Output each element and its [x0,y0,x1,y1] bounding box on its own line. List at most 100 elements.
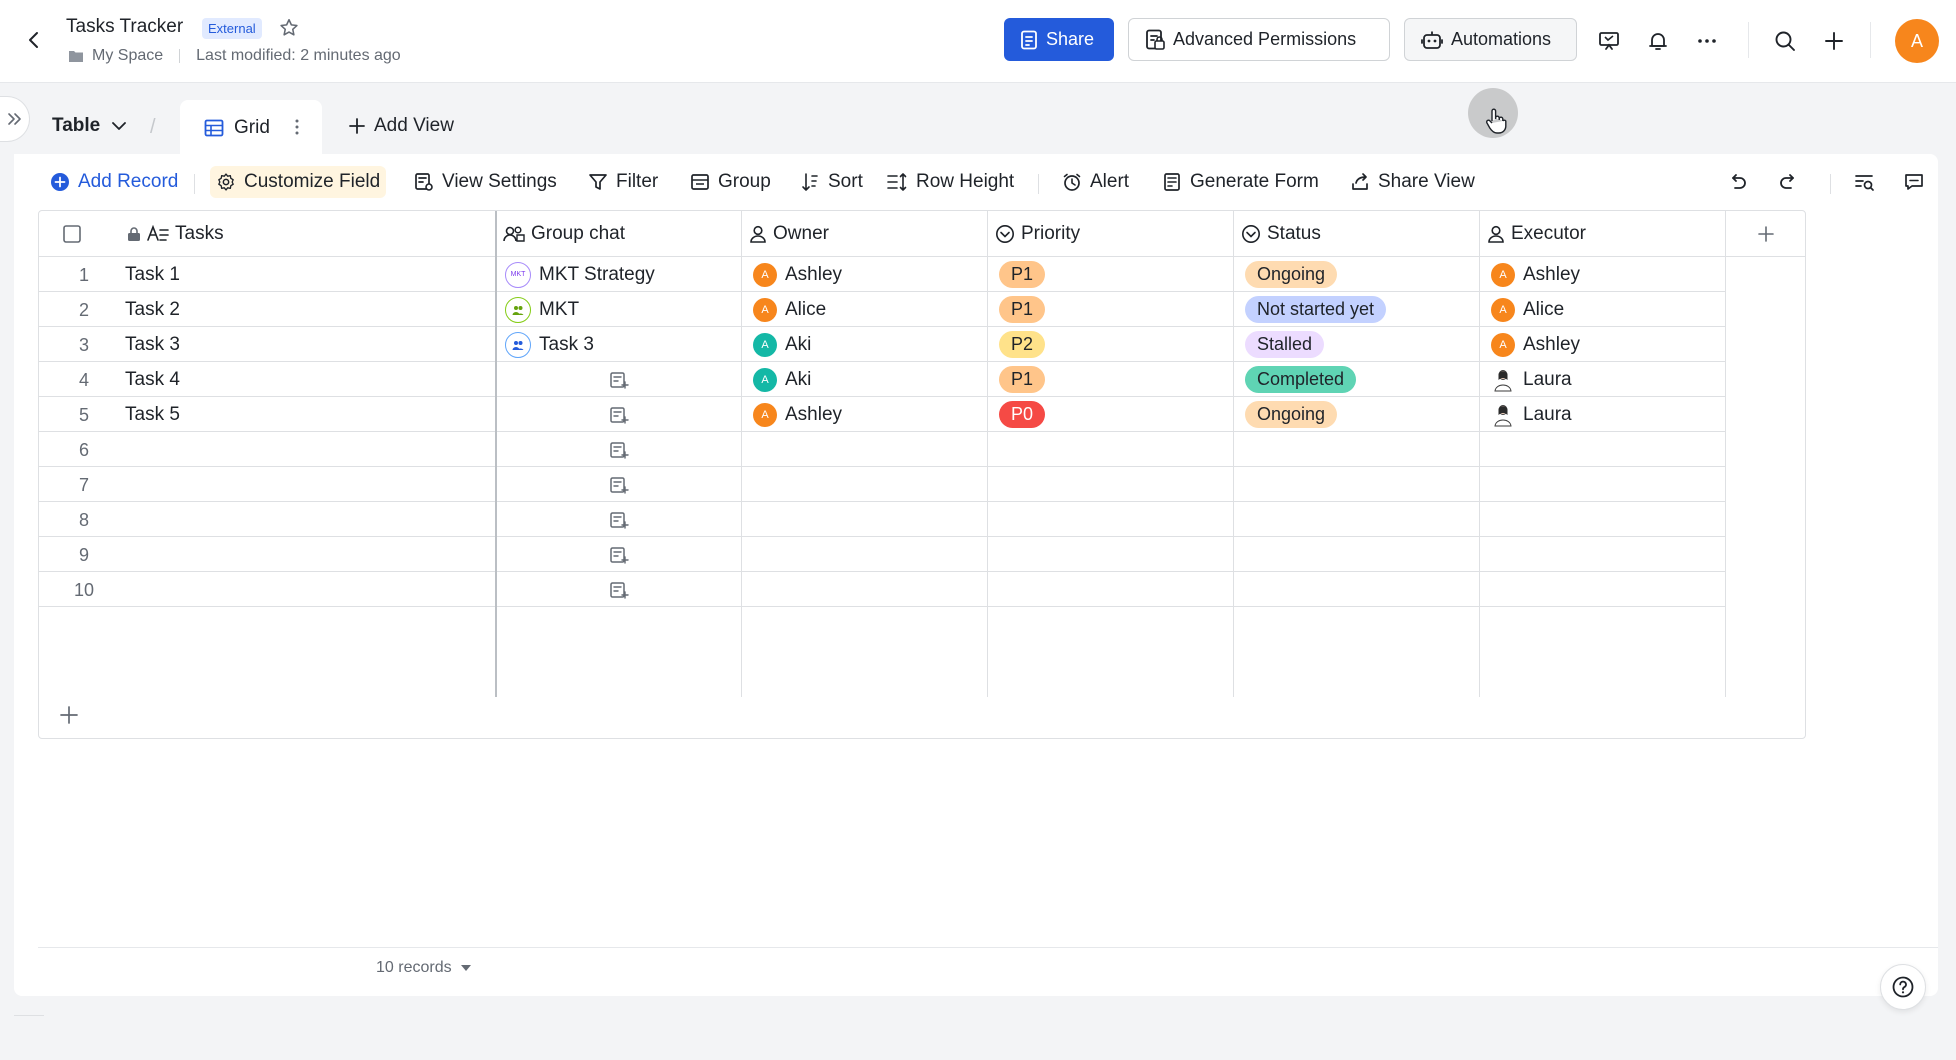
view-settings-button[interactable]: View Settings [408,166,563,198]
comment-icon[interactable] [1900,168,1928,196]
select-all-checkbox[interactable] [63,211,81,257]
task-cell[interactable]: Task 5 [125,404,180,426]
group-label: Group [718,171,771,192]
search-icon[interactable] [1770,26,1800,56]
plus-icon[interactable] [1819,26,1849,56]
presentation-icon[interactable] [1594,26,1624,56]
undo-icon[interactable] [1724,168,1752,196]
find-in-table-icon[interactable] [1850,168,1878,196]
column-header-status[interactable]: Status [1233,211,1321,257]
table-row[interactable]: 1 Task 1 MKT MKT Strategy A Ashley P1 Ongoing A A… [39,257,1725,292]
group-chat-cell[interactable]: MKT [505,292,579,327]
sort-button[interactable]: Sort [794,166,869,198]
executor-cell[interactable]: A Ashley [1491,327,1580,362]
column-header-owner[interactable]: Owner [741,211,829,257]
table-row[interactable]: 3 Task 3 Task 3 A Aki P2 Stalled A Ashley [39,327,1725,362]
group-chat-cell[interactable]: Task 3 [505,327,594,362]
priority-cell[interactable]: P1 [999,362,1046,397]
status-cell[interactable]: Ongoing [1245,397,1338,432]
column-header-tasks[interactable]: Tasks [119,211,224,257]
executor-cell[interactable]: A Alice [1491,292,1564,327]
sidebar-expand-button[interactable] [0,96,30,142]
status-cell[interactable]: Stalled [1245,327,1325,362]
owner-cell[interactable]: A Aki [753,362,811,397]
column-header-priority[interactable]: Priority [987,211,1080,257]
owner-cell[interactable]: A Ashley [753,257,842,292]
table-row[interactable]: 5 Task 5 A Ashley P0 Ongoing Laura [39,397,1725,432]
alert-button[interactable]: Alert [1056,166,1135,198]
user-avatar[interactable]: A [1895,19,1939,63]
group-chat-cell[interactable] [609,502,629,537]
table-row[interactable]: 2 Task 2 MKT A Alice P1 Not started yet A Alice [39,292,1725,327]
status-cell[interactable]: Ongoing [1245,257,1338,292]
executor-cell[interactable]: A Ashley [1491,257,1580,292]
group-chat-cell[interactable] [609,572,629,607]
table-row[interactable]: 8 [39,502,1725,537]
tab-grid[interactable]: Grid [180,100,322,156]
task-cell[interactable]: Task 4 [125,369,180,391]
customize-field-button[interactable]: Customize Field [210,166,387,198]
priority-cell[interactable]: P0 [999,397,1046,432]
table-row[interactable]: 10 [39,572,1725,607]
create-group-chat-icon[interactable] [609,476,629,494]
back-button[interactable] [20,26,48,54]
create-group-chat-icon[interactable] [609,406,629,424]
task-cell[interactable]: Task 3 [125,334,180,356]
owner-cell[interactable]: A Alice [753,292,826,327]
share-button[interactable]: Share [1004,18,1114,61]
group-chat-cell[interactable] [609,537,629,572]
create-group-chat-icon[interactable] [609,546,629,564]
priority-cell[interactable]: P1 [999,257,1046,292]
task-cell[interactable]: Task 1 [125,264,180,286]
add-column-button[interactable] [1749,211,1775,257]
notification-bell-icon[interactable] [1643,26,1673,56]
view-more-icon[interactable] [294,118,300,136]
priority-cell[interactable]: P1 [999,292,1046,327]
create-group-chat-icon[interactable] [609,511,629,529]
column-header-executor[interactable]: Executor [1479,211,1586,257]
gear-icon [218,173,234,191]
more-options-icon[interactable] [1692,26,1722,56]
table-row[interactable]: 7 [39,467,1725,502]
record-count[interactable]: 10 records [376,959,472,977]
advanced-permissions-button[interactable]: Advanced Permissions [1128,18,1390,61]
add-row-button[interactable] [59,705,79,725]
automations-button[interactable]: Automations [1404,18,1577,61]
status-cell[interactable]: Not started yet [1245,292,1387,327]
location-label[interactable]: My Space [92,47,163,65]
row-number: 5 [78,405,89,425]
priority-cell[interactable]: P2 [999,327,1046,362]
group-chat-cell[interactable] [609,432,629,467]
star-icon[interactable] [278,17,300,39]
executor-cell[interactable]: Laura [1491,397,1572,432]
document-title[interactable]: Tasks Tracker [66,16,183,38]
add-view-button[interactable]: Add View [348,115,454,137]
frozen-column-divider [495,211,497,697]
group-chat-cell[interactable]: MKT MKT Strategy [505,257,655,292]
executor-cell[interactable]: Laura [1491,362,1572,397]
group-chat-cell[interactable] [609,467,629,502]
group-chat-cell[interactable] [609,362,629,397]
owner-cell[interactable]: A Aki [753,327,811,362]
plus-circle-icon [51,173,69,191]
create-group-chat-icon[interactable] [609,371,629,389]
table-row[interactable]: 4 Task 4 A Aki P1 Completed Laura [39,362,1725,397]
owner-cell[interactable]: A Ashley [753,397,842,432]
group-chat-cell[interactable] [609,397,629,432]
add-record-button[interactable]: Add Record [44,166,184,198]
create-group-chat-icon[interactable] [609,441,629,459]
group-button[interactable]: Group [684,166,777,198]
status-cell[interactable]: Completed [1245,362,1357,397]
filter-button[interactable]: Filter [582,166,664,198]
help-button[interactable] [1880,964,1926,1010]
column-header-group-chat[interactable]: Group chat [495,211,625,257]
task-cell[interactable]: Task 2 [125,299,180,321]
row-height-button[interactable]: Row Height [880,166,1020,198]
redo-icon[interactable] [1774,168,1802,196]
generate-form-button[interactable]: Generate Form [1156,166,1325,198]
table-switcher[interactable]: Table [52,115,128,137]
create-group-chat-icon[interactable] [609,581,629,599]
share-view-button[interactable]: Share View [1344,166,1481,198]
table-row[interactable]: 6 [39,432,1725,467]
table-row[interactable]: 9 [39,537,1725,572]
